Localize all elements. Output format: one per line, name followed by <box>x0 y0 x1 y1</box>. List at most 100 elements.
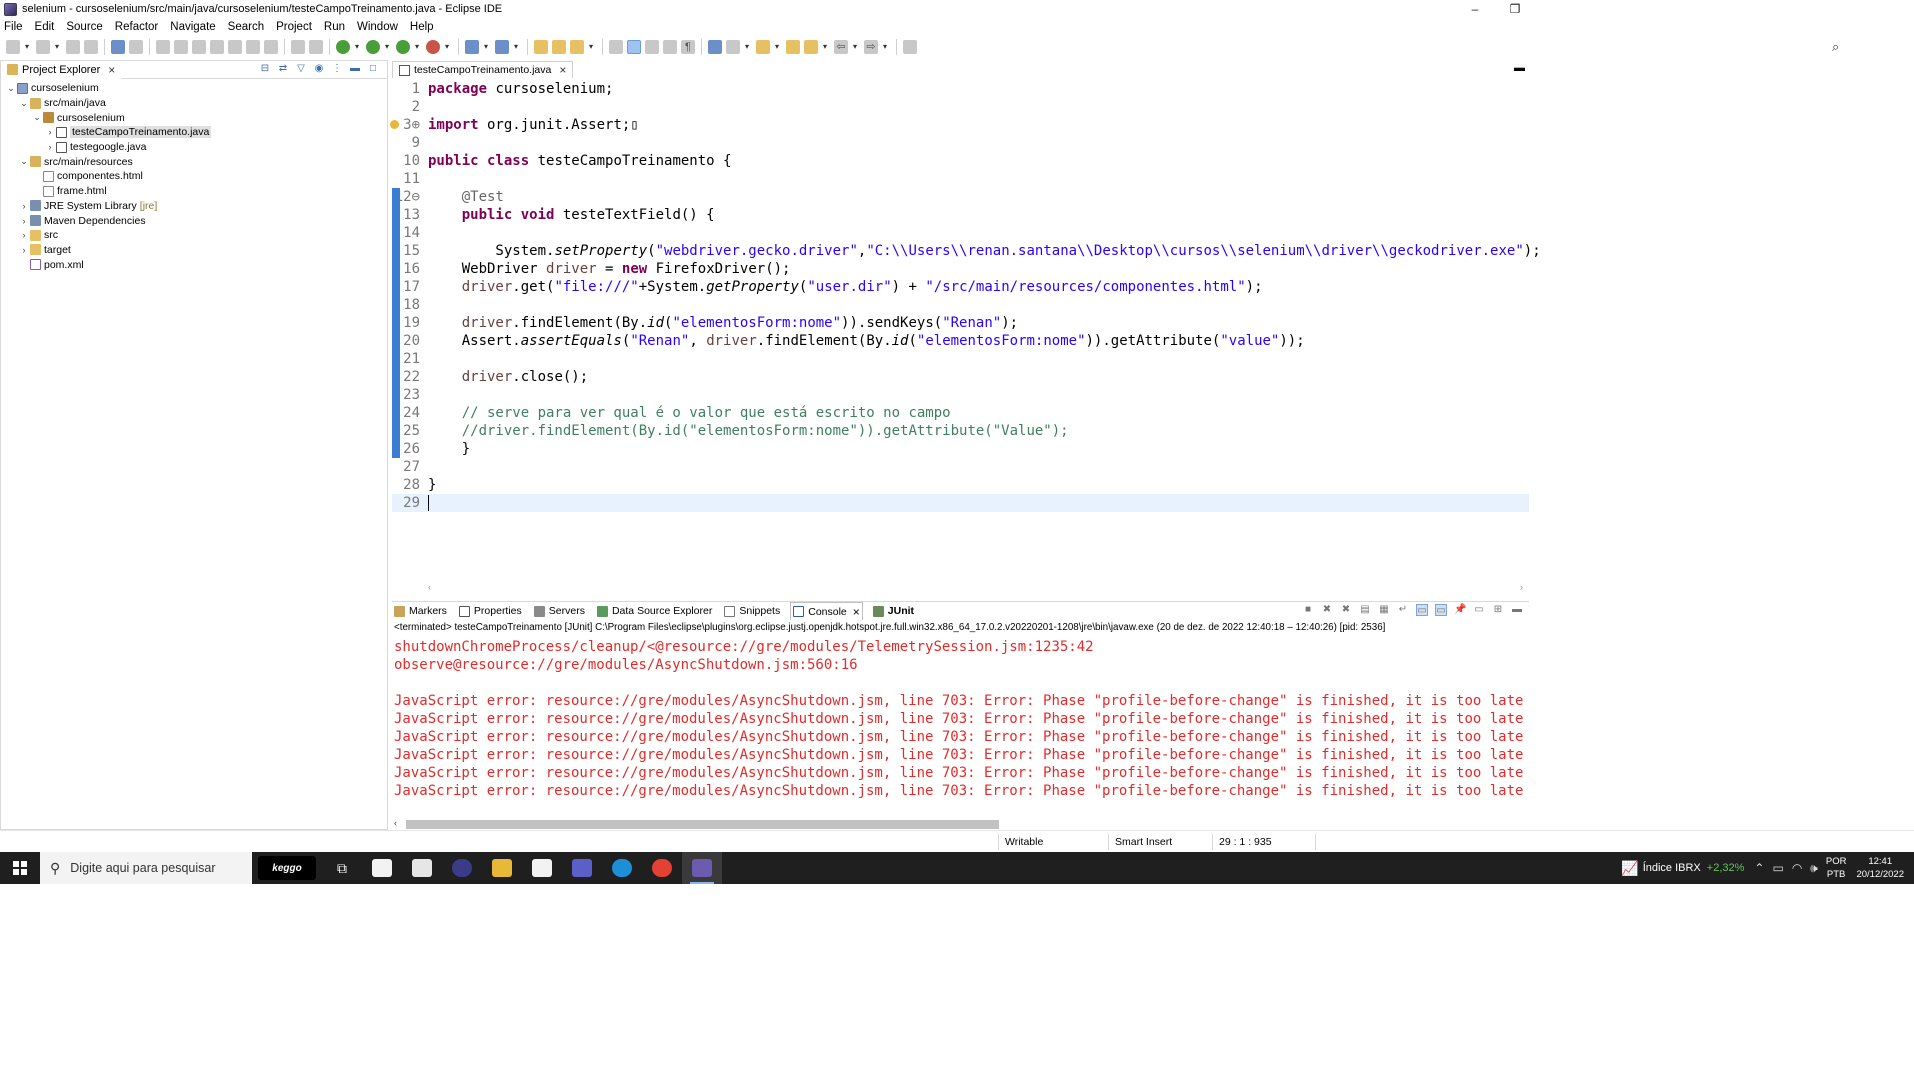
new-project-dropdown-icon[interactable]: ▾ <box>54 40 60 54</box>
external-tools-dropdown-icon[interactable]: ▾ <box>444 40 450 54</box>
chevron-up-icon[interactable]: ⌃ <box>1754 861 1764 875</box>
chevron-right-icon[interactable]: › <box>44 142 56 152</box>
tab-snippets[interactable]: Snippets <box>722 602 782 620</box>
warning-marker-icon[interactable] <box>390 120 399 129</box>
step-over-icon[interactable] <box>246 40 260 54</box>
minimize-editor-icon[interactable]: ▬ <box>1514 62 1525 74</box>
use-step-filters-icon[interactable] <box>309 40 323 54</box>
minimize-view-icon[interactable]: ▬ <box>349 63 361 75</box>
scroll-left-icon[interactable]: ‹ <box>428 582 431 592</box>
run-dropdown-icon[interactable]: ▾ <box>384 40 390 54</box>
step-return-icon[interactable] <box>264 40 278 54</box>
new-project-icon[interactable] <box>36 40 50 54</box>
forward-dropdown-icon[interactable]: ▾ <box>882 40 888 54</box>
search-tool-dropdown-icon[interactable]: ▾ <box>588 40 594 54</box>
keggo-widget[interactable]: keggo <box>258 856 316 880</box>
chevron-right-icon[interactable]: › <box>18 201 30 211</box>
step-into-icon[interactable] <box>228 40 242 54</box>
document-app-icon[interactable] <box>522 852 562 884</box>
link-with-editor-icon[interactable]: ⇄ <box>277 63 289 75</box>
focus-icon[interactable]: ◉ <box>313 63 325 75</box>
ibrx-widget[interactable]: 📈 Índice IBRX +2,32% <box>1621 860 1744 877</box>
tree-item[interactable]: ⌄ src/main/resources <box>1 154 387 169</box>
new-java-package-icon[interactable] <box>465 40 479 54</box>
close-icon[interactable]: × <box>559 63 566 77</box>
drop-to-frame-icon[interactable] <box>291 40 305 54</box>
menu-run[interactable]: Run <box>324 21 345 33</box>
scroll-left-icon[interactable]: ‹ <box>394 818 397 828</box>
menu-search[interactable]: Search <box>228 21 264 33</box>
code-line[interactable]: 29 <box>392 494 1529 512</box>
eclipse-ide-taskbar-icon[interactable] <box>682 852 722 884</box>
close-icon[interactable]: × <box>108 63 115 77</box>
external-tools-icon[interactable] <box>426 40 440 54</box>
code-line[interactable]: 16 WebDriver driver = new FirefoxDriver(… <box>392 260 1529 278</box>
menu-help[interactable]: Help <box>410 21 434 33</box>
scrollbar-thumb[interactable] <box>406 820 999 829</box>
code-line[interactable]: 18 <box>392 296 1529 314</box>
run-icon[interactable] <box>366 40 380 54</box>
pin-console-icon[interactable]: 📌 <box>1454 604 1466 616</box>
edge-icon[interactable] <box>602 852 642 884</box>
eclipse-launcher-icon[interactable] <box>442 852 482 884</box>
mail-icon[interactable] <box>402 852 442 884</box>
menu-edit[interactable]: Edit <box>35 21 55 33</box>
code-line[interactable]: 21 <box>392 350 1529 368</box>
code-line[interactable]: 9 <box>392 134 1529 152</box>
tree-item[interactable]: componentes.html <box>1 169 387 184</box>
tree-item[interactable]: › testegoogle.java <box>1 140 387 155</box>
coverage-icon[interactable] <box>396 40 410 54</box>
pin-editor-icon[interactable] <box>726 40 740 54</box>
save-all-icon[interactable] <box>84 40 98 54</box>
skip-breakpoints-icon[interactable] <box>129 40 143 54</box>
disconnect-icon[interactable] <box>210 40 224 54</box>
tab-project-explorer[interactable]: Project Explorer × <box>1 60 122 79</box>
code-line[interactable]: 15 System.setProperty("webdriver.gecko.d… <box>392 242 1541 260</box>
console-output[interactable]: shutdownChromeProcess/cleanup/<@resource… <box>392 636 1529 800</box>
chevron-down-icon[interactable]: ⌄ <box>31 112 43 123</box>
minimize-view-icon[interactable]: ▬ <box>1511 604 1523 616</box>
new-java-class-dropdown-icon[interactable]: ▾ <box>513 40 519 54</box>
chevron-right-icon[interactable]: › <box>18 230 30 240</box>
tree-item[interactable]: › testeCampoTreinamento.java <box>1 125 387 140</box>
search-icon[interactable]: ⌕ <box>1832 40 1846 54</box>
menu-project[interactable]: Project <box>276 21 312 33</box>
tab-servers[interactable]: Servers <box>532 602 587 620</box>
tree-item[interactable]: frame.html <box>1 184 387 199</box>
code-line[interactable]: 19 driver.findElement(By.id("elementosFo… <box>392 314 1529 332</box>
suspend-icon[interactable] <box>174 40 188 54</box>
remove-launch-icon[interactable]: ✖ <box>1321 604 1333 616</box>
code-line[interactable]: 17 driver.get("file:///"+System.getPrope… <box>392 278 1529 296</box>
word-wrap-icon[interactable]: ↵ <box>1397 604 1409 616</box>
taskbar-search-box[interactable]: ⚲ Digite aqui para pesquisar <box>40 852 252 884</box>
task-view-icon[interactable]: ⧉ <box>322 852 362 884</box>
scroll-right-icon[interactable]: › <box>1520 582 1523 592</box>
editor-horizontal-scrollbar[interactable]: ‹ › <box>428 582 1523 594</box>
language-indicator[interactable]: POR PTB <box>1826 855 1847 881</box>
next-annotation-icon[interactable] <box>756 40 770 54</box>
teams-icon[interactable] <box>562 852 602 884</box>
chevron-right-icon[interactable]: › <box>44 127 56 137</box>
menu-navigate[interactable]: Navigate <box>170 21 215 33</box>
show-on-stderr-icon[interactable]: ▭ <box>1435 604 1447 616</box>
tree-item[interactable]: › JRE System Library [jre] <box>1 199 387 214</box>
forward-icon[interactable]: ⇨ <box>864 40 878 54</box>
tree-item[interactable]: › target <box>1 243 387 258</box>
view-menu-icon[interactable]: ⋮ <box>331 63 343 75</box>
chevron-down-icon[interactable]: ⌄ <box>18 156 30 167</box>
code-line[interactable]: 3⊕ import org.junit.Assert;▯ <box>392 116 1529 134</box>
new-icon[interactable] <box>6 40 20 54</box>
start-button[interactable] <box>0 852 40 884</box>
code-area[interactable]: 1 package cursoselenium; 2 3⊕ import org.jun… <box>390 78 1541 580</box>
tree-item[interactable]: ⌄ src/main/java <box>1 96 387 111</box>
code-line[interactable]: 11 <box>392 170 1529 188</box>
debug-dropdown-icon[interactable]: ▾ <box>354 40 360 54</box>
tab-testecampotreinamento-java[interactable]: testeCampoTreinamento.java × <box>392 61 574 78</box>
last-edit-location-icon[interactable] <box>804 40 818 54</box>
code-line[interactable]: 26 } <box>392 440 1529 458</box>
display-console-icon[interactable]: ▭ <box>1473 604 1485 616</box>
clear-console-icon[interactable]: ▤ <box>1359 604 1371 616</box>
network-icon[interactable]: ▭ <box>1772 861 1783 875</box>
menu-source[interactable]: Source <box>66 21 102 33</box>
search-tool-icon[interactable] <box>570 40 584 54</box>
